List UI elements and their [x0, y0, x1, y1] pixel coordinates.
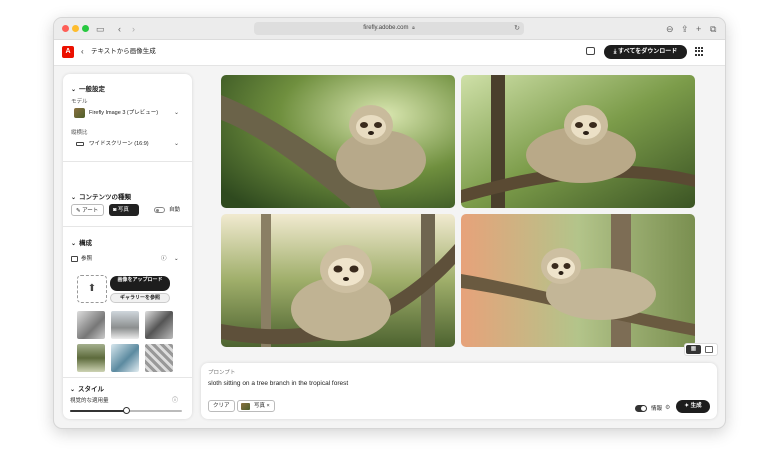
slider-fill [70, 410, 126, 412]
photo-tag[interactable]: 写真 × [237, 400, 275, 412]
reference-thumbnail[interactable] [111, 311, 139, 339]
close-window-button[interactable] [62, 25, 69, 32]
reference-thumbnail[interactable] [111, 344, 139, 372]
minimize-window-button[interactable] [72, 25, 79, 32]
divider [63, 226, 192, 227]
apps-grid-icon[interactable] [695, 47, 704, 56]
composition-heading[interactable]: ⌄ 構成 [71, 237, 92, 247]
model-value: Firefly Image 3 (プレビュー) [89, 110, 159, 116]
auto-label: 自動 [169, 207, 181, 213]
generated-image-4[interactable] [461, 214, 695, 347]
generated-image-2[interactable] [461, 75, 695, 208]
image-upload-icon: ⬆︎ [87, 283, 97, 294]
sidebar-toggle-icon[interactable]: ▭ [96, 22, 105, 36]
upload-drop-zone[interactable]: ⬆︎ [77, 275, 107, 303]
model-select[interactable]: Firefly Image 3 (プレビュー) ⌄ [71, 106, 183, 120]
adobe-logo[interactable]: A [62, 46, 74, 58]
auto-toggle[interactable] [154, 207, 165, 213]
forward-arrow-icon[interactable]: › [132, 22, 135, 36]
remove-tag-icon[interactable]: × [267, 403, 270, 409]
chevron-down-icon: ⌄ [71, 87, 77, 93]
reference-thumbnails [77, 311, 177, 372]
reference-thumbnail[interactable] [77, 311, 105, 339]
info-icon[interactable]: ⓘ [172, 395, 178, 404]
art-option-button[interactable]: ✎ アート [71, 204, 104, 216]
chevron-down-icon: ⌄ [70, 387, 76, 393]
chevron-down-icon: ⌄ [173, 110, 179, 116]
style-section: ⌄ スタイル 視覚的な適用量 ⓘ [62, 383, 191, 423]
page-title: テキストから画像生成 [91, 48, 156, 55]
lock-icon: 🔒︎ [412, 25, 415, 31]
tab-overview-icon[interactable]: ⧉ [710, 22, 716, 36]
photo-option-button[interactable]: ◙ 写真 [109, 204, 139, 216]
back-chevron-icon[interactable]: ‹ [81, 46, 84, 58]
divider [63, 377, 192, 378]
settings-panel: ⌄ 一般設定 モデル Firefly Image 3 (プレビュー) ⌄ 縦横比 … [63, 74, 192, 419]
reference-thumbnail[interactable] [145, 311, 173, 339]
visual-intensity-slider[interactable] [70, 407, 182, 414]
general-settings-heading[interactable]: ⌄ 一般設定 [71, 83, 105, 93]
zoom-window-button[interactable] [82, 25, 89, 32]
new-tab-icon[interactable]: + [696, 22, 701, 36]
chevron-down-icon[interactable]: ⌄ [174, 253, 179, 265]
prompt-input[interactable]: sloth sitting on a tree branch in the tr… [208, 380, 348, 387]
address-bar[interactable]: firefly.adobe.com 🔒︎ ↻ [254, 22, 524, 35]
app-header: A ‹ テキストから画像生成 ⤓ すべてをダウンロード [54, 40, 725, 66]
download-all-label: すべてをダウンロード [618, 49, 678, 55]
reference-label: 参照 [81, 256, 93, 262]
browser-toolbar: ▭ ‹ › firefly.adobe.com 🔒︎ ↻ ⊖ ⇪ + ⧉ [54, 18, 725, 40]
download-icon[interactable]: ⊖ [666, 22, 674, 36]
share-icon[interactable]: ⇪ [681, 22, 689, 36]
settings-icon[interactable]: ⚙︎ [665, 404, 670, 411]
aspect-ratio-select[interactable]: ワイドスクリーン (16:9) ⌄ [71, 137, 183, 151]
model-thumbnail [74, 108, 85, 118]
reload-icon[interactable]: ↻ [514, 22, 520, 35]
reference-row[interactable]: 参照 ⓘ ⌄ [71, 253, 183, 265]
feedback-chat-icon[interactable] [586, 47, 595, 55]
reference-image-icon [71, 255, 78, 262]
chevron-down-icon: ⌄ [71, 241, 77, 247]
tag-thumbnail [241, 403, 250, 410]
browse-gallery-button[interactable]: ギャラリーを参照 [110, 293, 170, 303]
style-heading-text[interactable]: ⌄ スタイル [70, 383, 104, 393]
ai-label: 情報 [651, 406, 663, 412]
generated-image-1[interactable] [221, 75, 455, 208]
grid-view-icon[interactable]: ▦ [686, 345, 701, 354]
prompt-label: プロンプト [208, 370, 236, 376]
slider-knob[interactable] [122, 407, 130, 414]
single-view-icon[interactable] [705, 346, 713, 353]
chevron-down-icon: ⌄ [71, 195, 77, 201]
visual-intensity-label: 視覚的な適用量 [70, 398, 109, 404]
generated-image-3[interactable] [221, 214, 455, 347]
aspect-ratio-label: 縦横比 [71, 130, 88, 136]
prompt-panel: プロンプト sloth sitting on a tree branch in … [201, 363, 717, 419]
reference-thumbnail[interactable] [77, 344, 105, 372]
generate-button[interactable]: ✦ 生成 [676, 400, 710, 413]
upload-image-button[interactable]: 画像をアップロード [110, 276, 170, 291]
url-text: firefly.adobe.com [363, 25, 409, 31]
clear-button[interactable]: クリア [208, 400, 235, 412]
content-type-heading[interactable]: ⌄ コンテンツの種類 [71, 191, 131, 201]
chevron-down-icon: ⌄ [173, 141, 179, 147]
model-label: モデル [71, 99, 88, 105]
download-all-button[interactable]: ⤓ すべてをダウンロード [604, 45, 687, 59]
ai-toggle[interactable] [635, 405, 647, 412]
back-arrow-icon[interactable]: ‹ [118, 22, 121, 36]
reference-thumbnail[interactable] [145, 344, 173, 372]
aspect-ratio-icon [76, 142, 84, 146]
divider [63, 161, 192, 162]
info-icon[interactable]: ⓘ [161, 253, 167, 265]
view-mode-toggle: ▦ [684, 343, 718, 356]
aspect-ratio-value: ワイドスクリーン (16:9) [89, 141, 149, 147]
browser-window: ▭ ‹ › firefly.adobe.com 🔒︎ ↻ ⊖ ⇪ + ⧉ A ‹… [53, 17, 726, 429]
